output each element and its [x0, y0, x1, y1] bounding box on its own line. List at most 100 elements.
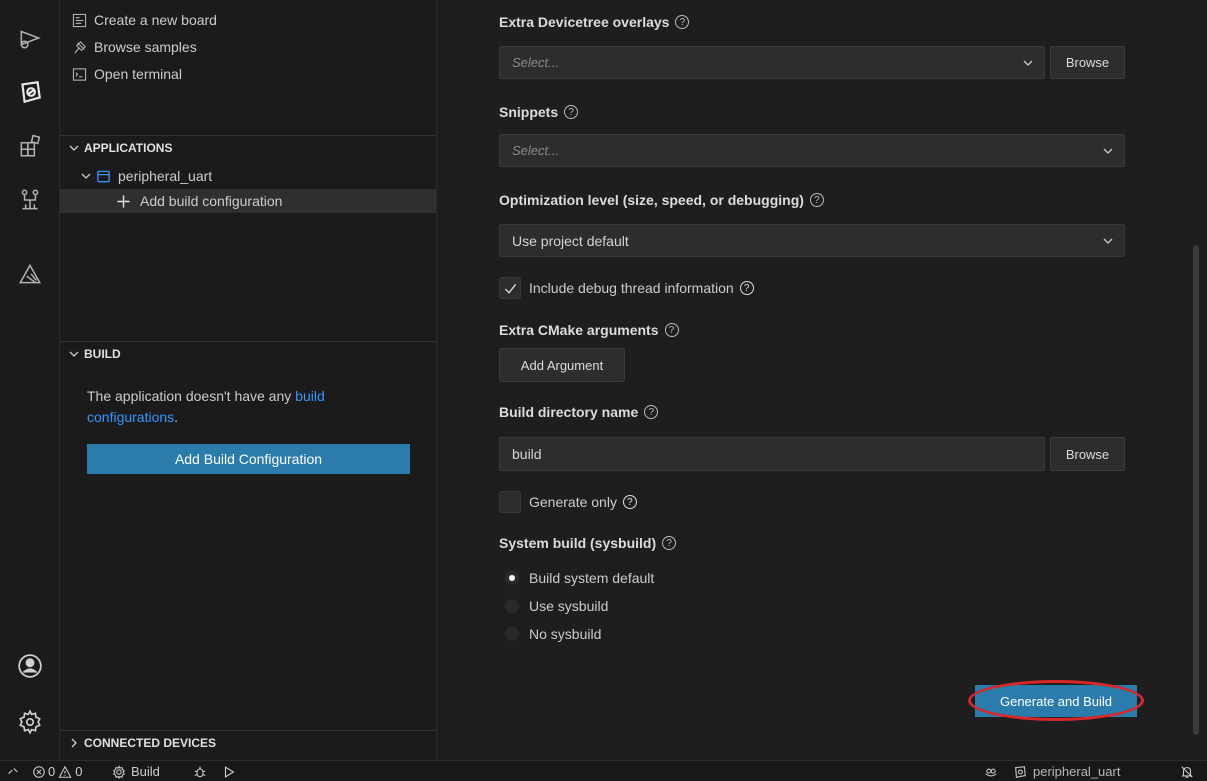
open-terminal-action[interactable]: Open terminal — [72, 63, 182, 85]
build-section-header[interactable]: BUILD — [60, 341, 436, 365]
help-icon[interactable]: ? — [622, 495, 637, 509]
active-project-item[interactable]: peripheral_uart — [1013, 763, 1120, 780]
explorer-icon[interactable] — [14, 22, 46, 54]
devicetree-overlays-text: Extra Devicetree overlays — [499, 14, 670, 30]
help-icon[interactable]: ? — [809, 193, 824, 207]
debug-thread-row: Include debug thread information? — [499, 276, 754, 300]
browse-samples-label: Browse samples — [94, 39, 197, 55]
chevron-down-icon — [1023, 60, 1033, 66]
debug-icon[interactable] — [193, 763, 207, 780]
chevron-down-icon — [69, 145, 79, 151]
panel-scrollbar[interactable] — [1193, 245, 1199, 735]
devicetree-overlays-placeholder: Select... — [512, 55, 559, 70]
devicetree-browse-button[interactable]: Browse — [1050, 46, 1125, 79]
sysbuild-option-default[interactable]: Build system default — [505, 567, 654, 589]
status-bar: 0 0 Build peripheral_uart — [0, 760, 1207, 781]
optimization-value: Use project default — [512, 232, 629, 249]
settings-gear-icon[interactable] — [14, 706, 46, 738]
debug-thread-label: Include debug thread information — [529, 280, 734, 296]
add-build-config-label: Add build configuration — [140, 193, 283, 209]
browse-samples-action[interactable]: Browse samples — [72, 36, 197, 58]
help-icon[interactable]: ? — [675, 15, 690, 29]
copilot-icon[interactable] — [984, 763, 998, 780]
optimization-select[interactable]: Use project default — [499, 224, 1125, 257]
optimization-label: Optimization level (size, speed, or debu… — [499, 192, 824, 208]
problems-indicator[interactable]: 0 0 — [32, 763, 82, 780]
gear-icon — [112, 764, 126, 779]
new-board-icon — [72, 13, 87, 27]
open-terminal-label: Open terminal — [94, 66, 182, 82]
add-build-configuration-button[interactable]: Add Build Configuration — [87, 444, 410, 474]
snippets-text: Snippets — [499, 104, 559, 120]
generate-only-row: Generate only? — [499, 490, 637, 514]
help-icon[interactable]: ? — [664, 323, 679, 337]
generate-only-checkbox[interactable] — [499, 491, 521, 513]
radio-unselected[interactable] — [505, 599, 519, 613]
build-status-label: Build — [131, 764, 160, 779]
create-board-action[interactable]: Create a new board — [72, 9, 217, 31]
snippets-label: Snippets? — [499, 104, 579, 120]
application-name: peripheral_uart — [118, 168, 213, 184]
cmake-args-text: Extra CMake arguments — [499, 322, 659, 338]
debug-thread-checkbox[interactable] — [499, 277, 521, 299]
activity-bar — [0, 0, 60, 760]
application-item[interactable]: peripheral_uart — [80, 164, 436, 188]
connected-devices-section-header[interactable]: CONNECTED DEVICES — [60, 730, 436, 754]
snippets-placeholder: Select... — [512, 143, 559, 158]
chevron-down-icon — [69, 351, 79, 357]
radio-selected[interactable] — [505, 571, 519, 585]
sysbuild-text: System build (sysbuild) — [499, 535, 657, 551]
build-config-panel: Extra Devicetree overlays? Select... Bro… — [437, 0, 1207, 760]
devicetree-overlays-select[interactable]: Select... — [499, 46, 1045, 79]
device-tree-icon[interactable] — [14, 184, 46, 216]
sysbuild-option-use[interactable]: Use sysbuild — [505, 595, 608, 617]
samples-icon — [74, 40, 86, 53]
chevron-down-icon — [81, 173, 91, 179]
plus-icon — [117, 194, 130, 208]
add-build-config-item[interactable]: Add build configuration — [60, 189, 436, 213]
terminal-icon — [72, 67, 87, 81]
remote-icon[interactable] — [6, 763, 20, 780]
help-icon[interactable]: ? — [739, 281, 754, 295]
build-directory-value: build — [512, 446, 542, 462]
snippets-select[interactable]: Select... — [499, 134, 1125, 167]
applications-header-label: APPLICATIONS — [84, 140, 173, 155]
generate-and-build-button[interactable]: Generate and Build — [975, 685, 1137, 717]
generate-only-label: Generate only — [529, 494, 617, 510]
nrf-connect-icon[interactable] — [14, 76, 46, 108]
build-directory-label: Build directory name? — [499, 404, 659, 420]
help-icon[interactable]: ? — [644, 405, 659, 419]
sidebar: Create a new board Browse samples Open t… — [60, 0, 437, 760]
sysbuild-option-label: No sysbuild — [529, 626, 602, 642]
build-header-label: BUILD — [84, 346, 121, 361]
build-directory-input[interactable]: build — [499, 437, 1045, 471]
sysbuild-option-none[interactable]: No sysbuild — [505, 623, 601, 645]
error-count: 0 — [48, 764, 56, 779]
build-status-item[interactable]: Build — [112, 763, 160, 780]
devicetree-overlays-label: Extra Devicetree overlays? — [499, 14, 690, 30]
sysbuild-label: System build (sysbuild)? — [499, 535, 677, 551]
add-argument-button[interactable]: Add Argument — [499, 348, 625, 382]
warning-count: 0 — [75, 764, 83, 779]
build-directory-browse-button[interactable]: Browse — [1050, 437, 1125, 471]
sysbuild-option-label: Build system default — [529, 570, 655, 586]
connected-devices-label: CONNECTED DEVICES — [84, 735, 217, 750]
help-icon[interactable]: ? — [662, 536, 677, 550]
sysbuild-option-label: Use sysbuild — [529, 598, 609, 614]
applications-section-header[interactable]: APPLICATIONS — [60, 135, 436, 159]
run-icon[interactable] — [222, 763, 236, 780]
build-directory-text: Build directory name — [499, 404, 639, 420]
nrf-connect-icon — [1014, 765, 1026, 778]
account-icon[interactable] — [14, 650, 46, 682]
help-icon[interactable]: ? — [564, 105, 579, 119]
cmake-args-label: Extra CMake arguments? — [499, 322, 679, 338]
build-message-text: The application doesn't have any — [87, 388, 296, 404]
chevron-right-icon — [71, 738, 77, 747]
notifications-off-icon[interactable] — [1180, 763, 1194, 780]
create-board-label: Create a new board — [94, 12, 217, 28]
deploy-icon[interactable] — [14, 258, 46, 290]
radio-unselected[interactable] — [505, 627, 519, 641]
chevron-down-icon — [1103, 238, 1113, 244]
extensions-icon[interactable] — [14, 130, 46, 162]
chevron-down-icon — [1103, 148, 1113, 154]
